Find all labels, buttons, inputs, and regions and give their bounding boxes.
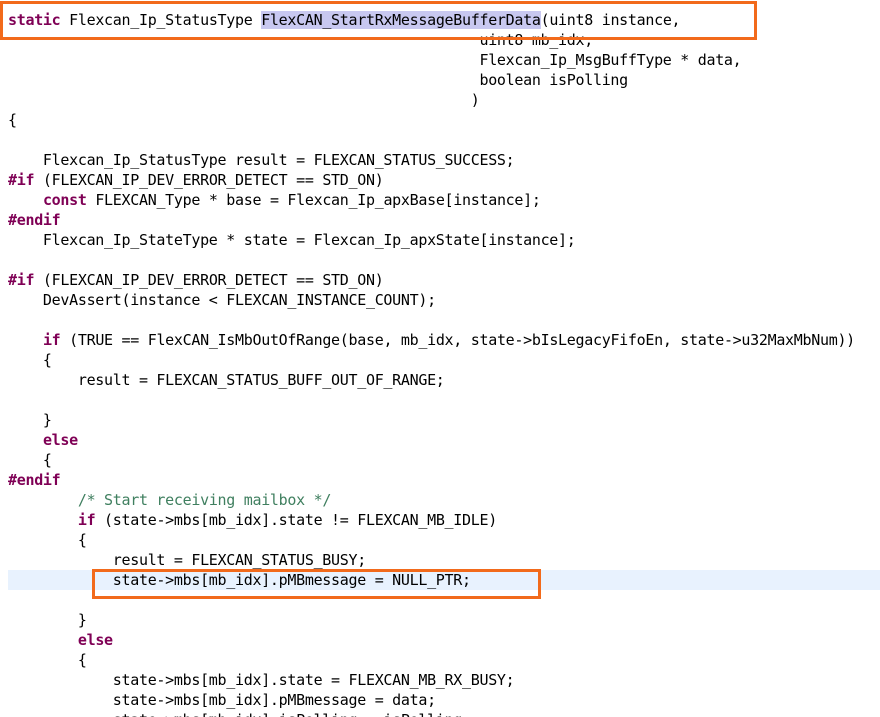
code-text: state->mbs[mb_idx].isPolling = isPolling… (8, 711, 471, 717)
code-line[interactable]: #if (FLEXCAN_IP_DEV_ERROR_DETECT == STD_… (8, 170, 384, 190)
code-text: uint8 mb_idx, (8, 31, 593, 49)
code-line[interactable]: DevAssert(instance < FLEXCAN_INSTANCE_CO… (8, 290, 436, 310)
code-line[interactable]: if (TRUE == FlexCAN_IsMbOutOfRange(base,… (8, 330, 855, 350)
keyword-token: else (42, 431, 78, 449)
code-text: FLEXCAN_Type * base = Flexcan_Ip_apxBase… (86, 191, 541, 209)
code-text: (TRUE == FlexCAN_IsMbOutOfRange(base, mb… (60, 331, 855, 349)
keyword-token: #endif (8, 471, 61, 489)
keyword-token: if (77, 511, 96, 529)
code-text: boolean isPolling (8, 71, 628, 89)
code-text: { (8, 651, 87, 669)
code-line[interactable]: ) (8, 90, 480, 110)
code-line[interactable]: { (8, 450, 52, 470)
code-line[interactable]: } (8, 410, 52, 430)
code-text: result = FLEXCAN_STATUS_BUSY; (8, 551, 367, 569)
code-line[interactable]: Flexcan_Ip_MsgBuffType * data, (8, 50, 741, 70)
code-line[interactable]: state->mbs[mb_idx].state = FLEXCAN_MB_RX… (8, 670, 515, 690)
code-line[interactable]: /* Start receiving mailbox */ (8, 490, 332, 510)
code-line[interactable]: static Flexcan_Ip_StatusType FlexCAN_Sta… (8, 10, 681, 30)
clipped-top-edge (0, 0, 880, 3)
keyword-token: else (77, 631, 113, 649)
keyword-token: #if (8, 271, 35, 289)
code-line[interactable]: uint8 mb_idx, (8, 30, 593, 50)
selected-function-name: FlexCAN_StartRxMessageBufferData (261, 11, 541, 29)
code-text: { (8, 351, 52, 369)
code-line[interactable]: else (8, 430, 78, 450)
code-text: (FLEXCAN_IP_DEV_ERROR_DETECT == STD_ON) (34, 171, 384, 189)
keyword-token: const (42, 191, 87, 209)
code-text: DevAssert(instance < FLEXCAN_INSTANCE_CO… (8, 291, 436, 309)
code-text: state->mbs[mb_idx].pMBmessage = NULL_PTR… (8, 571, 471, 589)
code-text: } (8, 611, 87, 629)
code-line[interactable]: Flexcan_Ip_StateType * state = Flexcan_I… (8, 230, 576, 250)
code-line[interactable]: state->mbs[mb_idx].isPolling = isPolling… (8, 710, 471, 717)
comment-token: /* Start receiving mailbox */ (77, 491, 332, 509)
code-line[interactable]: const FLEXCAN_Type * base = Flexcan_Ip_a… (8, 190, 541, 210)
code-text: (uint8 instance, (540, 11, 681, 29)
code-text: { (8, 111, 17, 129)
code-line[interactable]: #if (FLEXCAN_IP_DEV_ERROR_DETECT == STD_… (8, 270, 384, 290)
code-text: ) (8, 91, 480, 109)
code-text: { (8, 531, 87, 549)
keyword-token: static (8, 11, 61, 29)
code-line[interactable]: else (8, 630, 113, 650)
code-text: Flexcan_Ip_StateType * state = Flexcan_I… (8, 231, 576, 249)
keyword-token: if (42, 331, 61, 349)
code-line[interactable]: Flexcan_Ip_StatusType result = FLEXCAN_S… (8, 150, 515, 170)
keyword-token: #if (8, 171, 35, 189)
code-text: Flexcan_Ip_MsgBuffType * data, (8, 51, 742, 69)
code-text: (FLEXCAN_IP_DEV_ERROR_DETECT == STD_ON) (34, 271, 384, 289)
code-line[interactable]: { (8, 650, 87, 670)
code-line[interactable]: result = FLEXCAN_STATUS_BUSY; (8, 550, 367, 570)
code-text: state->mbs[mb_idx].pMBmessage = data; (8, 691, 436, 709)
code-text: } (8, 411, 52, 429)
code-editor[interactable]: static Flexcan_Ip_StatusType FlexCAN_Sta… (0, 0, 880, 717)
code-text: Flexcan_Ip_StatusType (60, 11, 262, 29)
code-line[interactable]: { (8, 350, 52, 370)
code-line[interactable]: } (8, 610, 87, 630)
code-text: Flexcan_Ip_StatusType result = FLEXCAN_S… (8, 151, 515, 169)
code-line[interactable]: if (state->mbs[mb_idx].state != FLEXCAN_… (8, 510, 497, 530)
code-line[interactable]: boolean isPolling (8, 70, 628, 90)
code-line[interactable]: result = FLEXCAN_STATUS_BUFF_OUT_OF_RANG… (8, 370, 445, 390)
code-line[interactable]: { (8, 110, 17, 130)
code-line[interactable]: state->mbs[mb_idx].pMBmessage = NULL_PTR… (8, 570, 471, 590)
code-line[interactable]: #endif (8, 470, 61, 490)
code-line[interactable]: { (8, 530, 87, 550)
code-text: state->mbs[mb_idx].state = FLEXCAN_MB_RX… (8, 671, 515, 689)
code-line[interactable]: #endif (8, 210, 61, 230)
code-text: result = FLEXCAN_STATUS_BUFF_OUT_OF_RANG… (8, 371, 445, 389)
keyword-token: #endif (8, 211, 61, 229)
code-text: (state->mbs[mb_idx].state != FLEXCAN_MB_… (95, 511, 497, 529)
code-line[interactable]: state->mbs[mb_idx].pMBmessage = data; (8, 690, 436, 710)
code-text: { (8, 451, 52, 469)
